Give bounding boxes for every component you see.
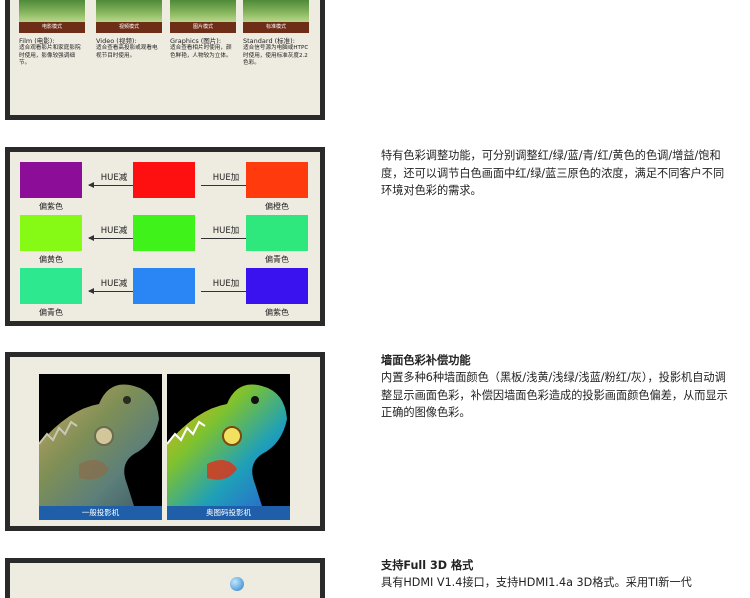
mode-graphics-desc: 适合查看相片时使用，颜色鲜艳，人物较为立体。 — [170, 45, 232, 59]
mode-video-thumbnail — [96, 0, 162, 22]
arrow-right-icon — [201, 182, 252, 188]
swatch-row3-left — [20, 268, 82, 304]
swatch-row1-left-label: 偏紫色 — [39, 202, 63, 211]
arrow-right-icon — [201, 235, 252, 241]
comparison-image-optoma: 奥图码投影机 — [167, 374, 290, 520]
wall-color-panel: 一般投影机 奥图码投影机 — [5, 352, 325, 531]
mode-standard-title: Standard (标准): — [243, 37, 295, 45]
hue-plus-row2-label: HUE加 — [212, 226, 240, 236]
picture-modes-panel: 电影模式 Film (电影): 适合观看影片和家庭影院时使用，影像较强调细节。 … — [5, 0, 325, 120]
mode-film: 电影模式 Film (电影): 适合观看影片和家庭影院时使用，影像较强调细节。 — [19, 0, 85, 68]
full-3d-panel — [5, 558, 325, 598]
mode-graphics-bar: 图片模式 — [170, 22, 236, 33]
swatch-row2-left-label: 偏黄色 — [39, 255, 63, 264]
caption-optoma: 奥图码投影机 — [167, 506, 290, 520]
mode-film-bar: 电影模式 — [19, 22, 85, 33]
swatch-row3-right-label: 偏紫色 — [265, 308, 289, 317]
swatch-row2-center — [133, 215, 195, 251]
color-adjust-description: 特有色彩调整功能，可分别调整红/绿/蓝/青/红/黄色的色调/增益/饱和度，还可以… — [381, 149, 725, 197]
swatch-row1-right-label: 偏橙色 — [265, 202, 289, 211]
mode-standard: 标准模式 Standard (标准): 适合信号源为电脑或HTPC时使用，使用标… — [243, 0, 309, 68]
swatch-row3-left-label: 偏青色 — [39, 308, 63, 317]
mode-video-title: Video (视频): — [96, 37, 137, 45]
mode-standard-thumbnail — [243, 0, 309, 22]
picture-modes-inner: 电影模式 Film (电影): 适合观看影片和家庭影院时使用，影像较强调细节。 … — [10, 0, 320, 115]
arrow-left-icon — [88, 182, 139, 188]
mode-graphics: 图片模式 Graphics (图片): 适合查看相片时使用，颜色鲜艳，人物较为立… — [170, 0, 236, 60]
caption-normal: 一般投影机 — [39, 506, 162, 520]
mode-video: 视频模式 Video (视频): 适合查看高投影或观看电视节目时使用。 — [96, 0, 162, 60]
hue-plus-row3-label: HUE加 — [212, 279, 240, 289]
hue-plus-row2: HUE加 — [199, 224, 253, 241]
hue-plus-row1-label: HUE加 — [212, 173, 240, 183]
hue-adjust-panel: 偏紫色 HUE减 HUE加 偏橙色 偏黄色 HUE减 HUE加 偏青色 偏青色 — [5, 147, 325, 326]
comparison-image-normal: 一般投影机 — [39, 374, 162, 520]
iguana-image-vivid — [167, 384, 287, 506]
iguana-image-muted — [39, 384, 159, 506]
hue-adjust-inner: 偏紫色 HUE减 HUE加 偏橙色 偏黄色 HUE减 HUE加 偏青色 偏青色 — [10, 152, 320, 321]
mode-video-desc: 适合查看高投影或观看电视节目时使用。 — [96, 45, 158, 59]
arrow-left-icon — [88, 288, 139, 294]
swatch-row3-center — [133, 268, 195, 304]
swatch-row2-left — [20, 215, 82, 251]
full-3d-heading: 支持Full 3D 格式 — [381, 559, 474, 572]
swatch-row1-left — [20, 162, 82, 198]
mode-graphics-title: Graphics (图片): — [170, 37, 222, 45]
mode-film-desc: 适合观看影片和家庭影院时使用，影像较强调细节。 — [19, 45, 81, 66]
mode-film-thumbnail — [19, 0, 85, 22]
wall-color-heading: 墙面色彩补偿功能 — [381, 354, 471, 367]
mode-graphics-thumbnail — [170, 0, 236, 22]
swatch-row1-center — [133, 162, 195, 198]
arrow-left-icon — [88, 235, 139, 241]
swatch-row1-right — [246, 162, 308, 198]
arrow-right-icon — [201, 288, 252, 294]
hue-plus-row1: HUE加 — [199, 171, 253, 188]
full-3d-inner — [10, 563, 320, 598]
swatch-row3-right — [246, 268, 308, 304]
mode-video-bar: 视频模式 — [96, 22, 162, 33]
mode-film-title: Film (电影): — [19, 37, 55, 45]
swatch-row2-right — [246, 215, 308, 251]
mode-standard-bar: 标准模式 — [243, 22, 309, 33]
hue-plus-row3: HUE加 — [199, 277, 253, 294]
wall-color-description: 内置多种6种墙面颜色（黑板/浅黄/浅绿/浅蓝/粉红/灰），投影机自动调整显示画面… — [381, 371, 728, 419]
mode-standard-desc: 适合信号源为电脑或HTPC时使用，使用标准灰度2.2色彩。 — [243, 45, 309, 66]
wall-color-inner: 一般投影机 奥图码投影机 — [10, 357, 320, 526]
swatch-row2-right-label: 偏青色 — [265, 255, 289, 264]
